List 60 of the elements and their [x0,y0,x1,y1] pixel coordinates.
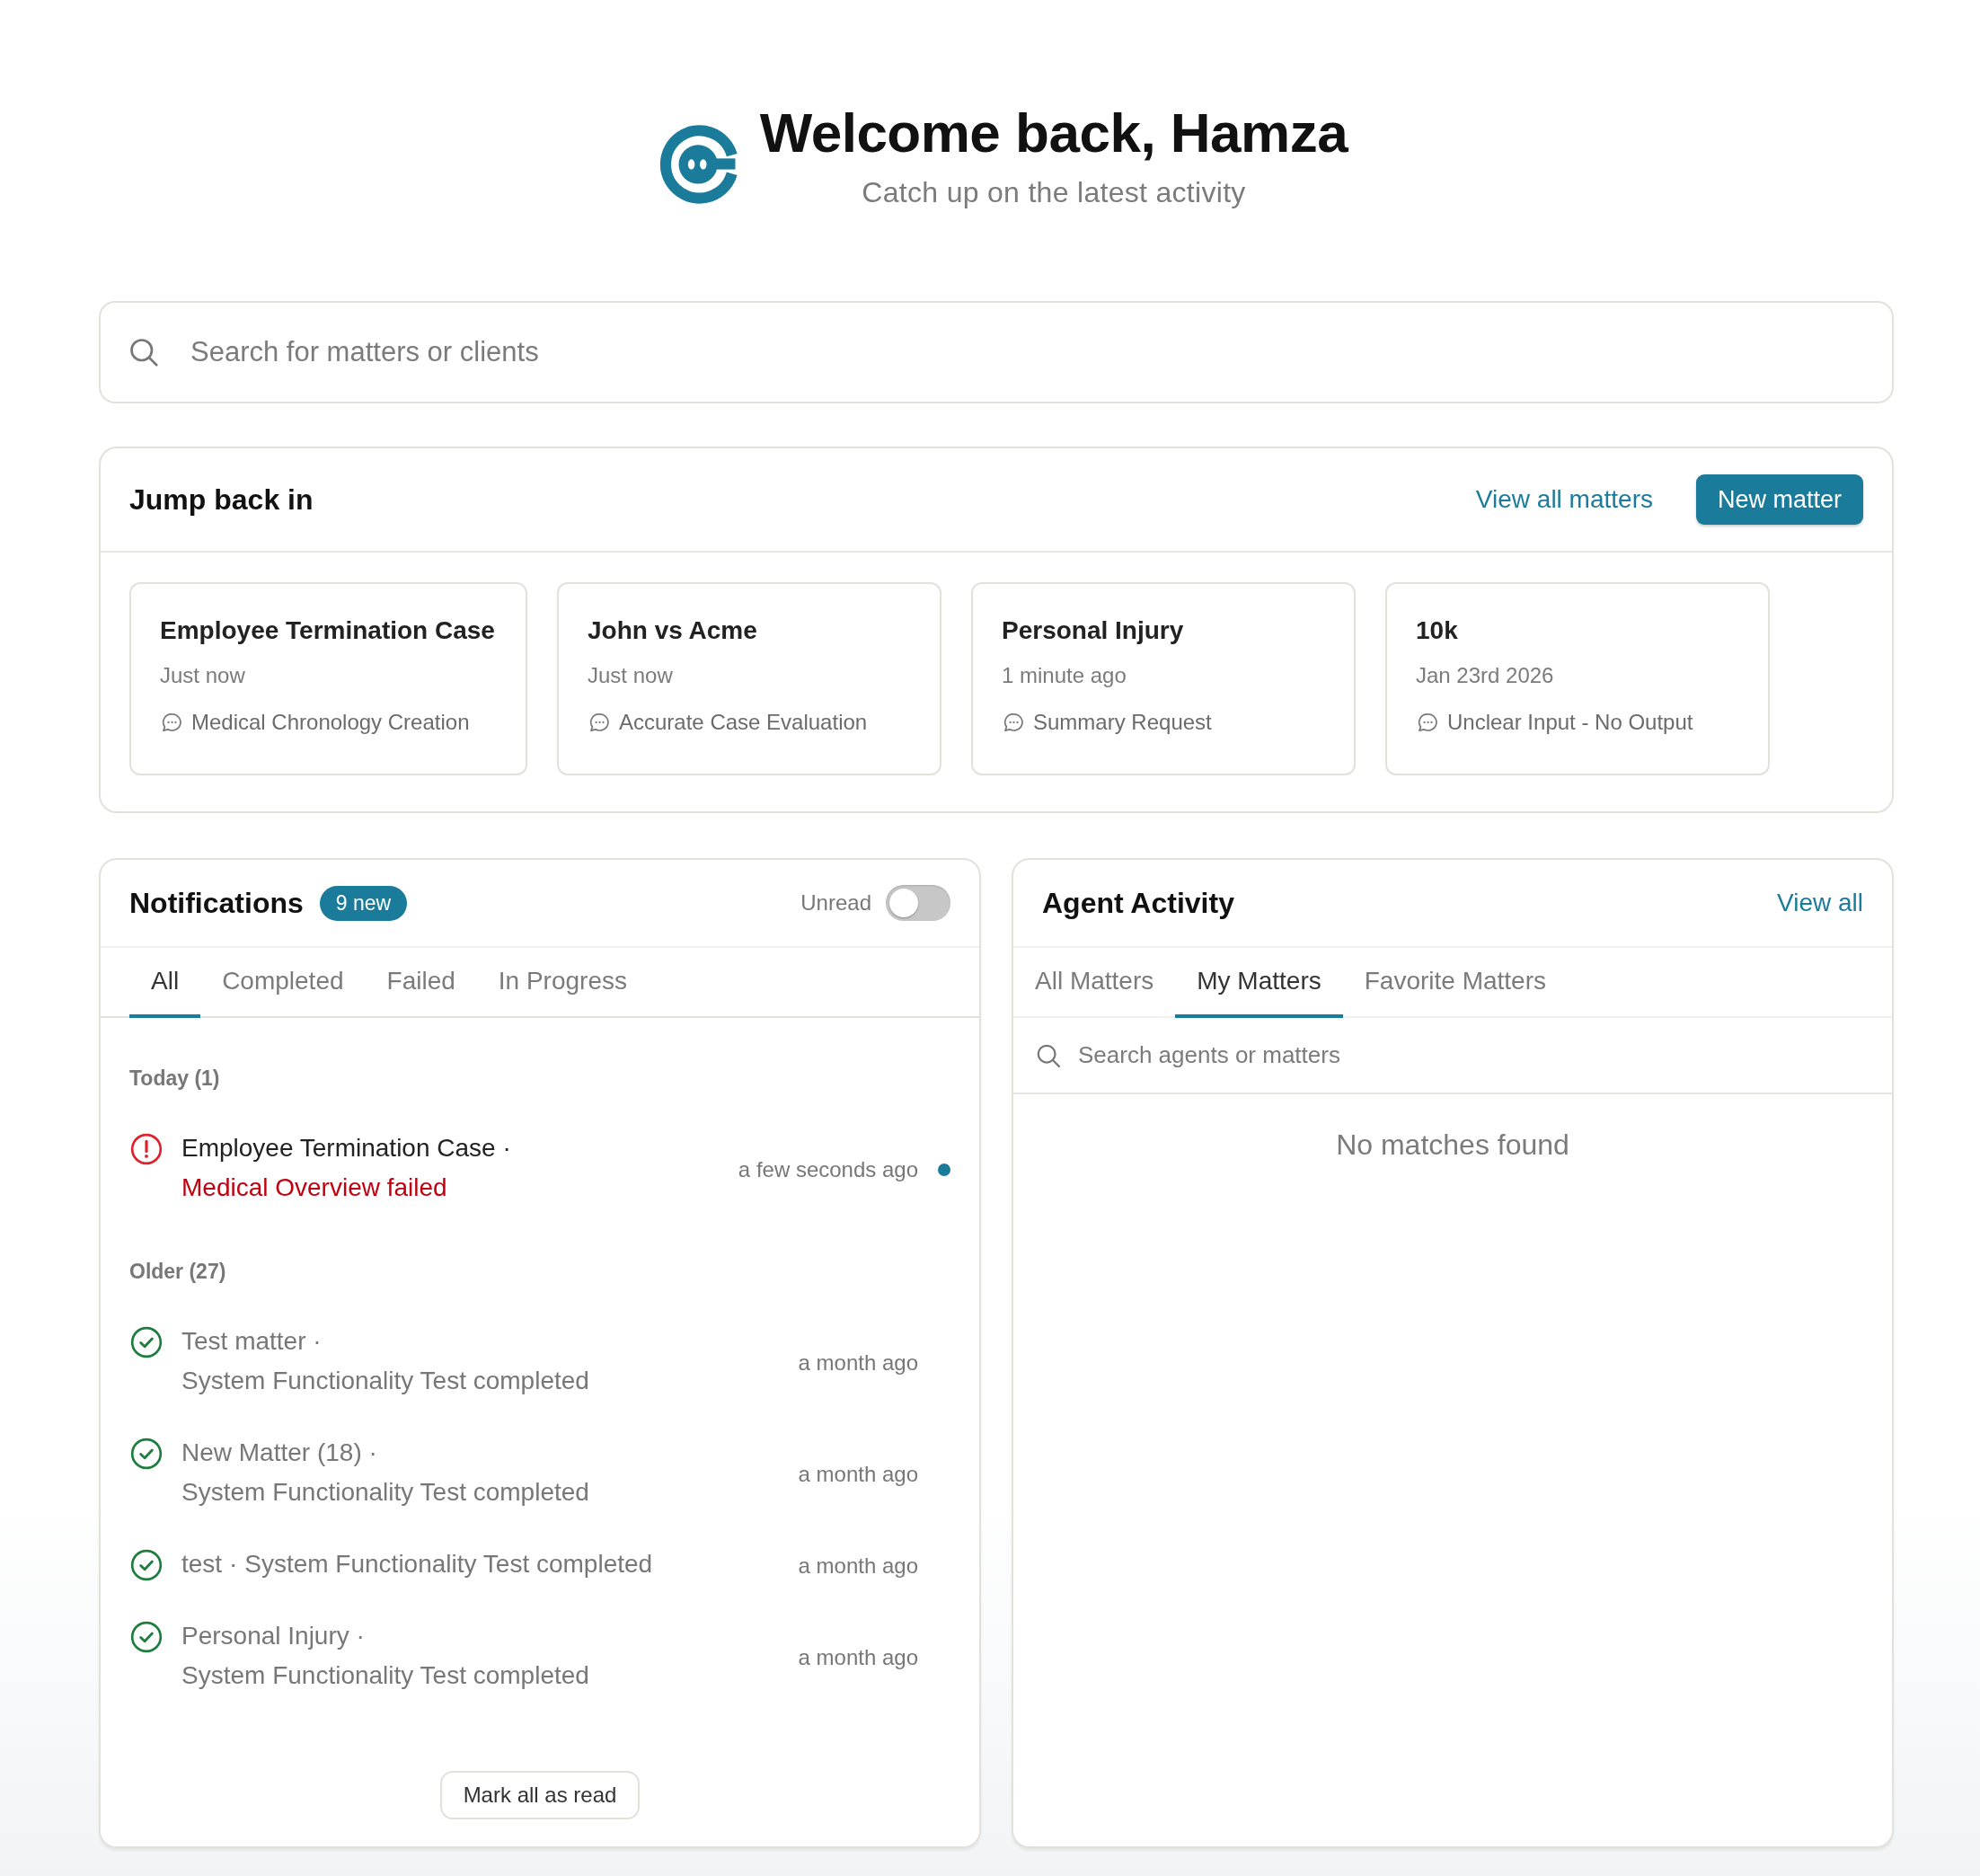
filter-tab[interactable]: Completed [200,948,366,1018]
agent-search-field[interactable]: Search agents or matters [1076,1040,1870,1070]
matter-card[interactable]: John vs Acme Just now Accurate Case Evaluation [557,582,941,775]
matter-time: Jan 23rd 2026 [1416,663,1555,688]
matter-title: Personal Injury [1002,616,1185,645]
filter-tab[interactable]: All [129,948,201,1018]
notification-title: test · [181,1550,238,1578]
notification-title: New Matter (18) · [181,1438,377,1466]
matter-activity: Unclear Input - No Output [1447,710,1693,735]
filter-tab[interactable]: Failed [365,948,477,1018]
new-matter-button[interactable]: New matter [1695,474,1863,525]
notification-time: a month ago [798,1645,918,1670]
matter-card[interactable]: Personal Injury 1 minute ago Summary Request [971,582,1356,775]
group-label: Today (1) [129,1066,221,1091]
notification-time: a few seconds ago [738,1157,918,1182]
matter-time: Just now [160,663,246,688]
matter-title: Employee Termination Case [160,616,496,645]
filter-tab[interactable]: In Progress [476,948,649,1018]
new-count-badge: 9 new [319,885,408,921]
view-all-link[interactable]: View all [1777,889,1863,917]
section-title: Agent Activity [1042,886,1234,920]
notification-detail: System Functionality Test completed [244,1549,653,1580]
matter-tab[interactable]: Favorite Matters [1342,948,1568,1018]
notification-detail: System Functionality Test completed [181,1366,589,1396]
matter-time: Just now [588,663,674,688]
matter-activity: Accurate Case Evaluation [619,710,868,735]
check-circle-icon [129,1437,164,1471]
check-circle-icon [129,1548,164,1582]
section-title: Jump back in [129,482,314,517]
welcome-title: Welcome back, Hamza [759,101,1348,165]
search-field[interactable]: Search for matters or clients [99,301,1894,403]
notification-time: a month ago [798,1462,918,1487]
notification-title: Employee Termination Case · [181,1134,511,1162]
welcome-subtitle: Catch up on the latest activity [861,176,1247,209]
notification-title: Test matter · [181,1327,322,1355]
empty-message: No matches found [1335,1128,1570,1162]
matter-time: 1 minute ago [1002,663,1127,688]
check-circle-icon [129,1325,164,1359]
unread-toggle[interactable] [886,885,950,921]
notification-time: a month ago [798,1553,918,1579]
section-title: Notifications [129,886,304,920]
matter-title: 10k [1416,616,1459,645]
matter-tab[interactable]: All Matters [1013,948,1176,1018]
toggle-label: Unread [800,890,871,916]
notification-detail: System Functionality Test completed [181,1477,589,1508]
matter-activity: Medical Chronology Creation [191,710,470,735]
check-circle-icon [129,1620,164,1654]
group-label: Older (27) [129,1260,227,1284]
notification-detail: System Functionality Test completed [181,1660,589,1691]
notification-title: Personal Injury · [181,1622,365,1650]
mark-all-read-button[interactable]: Mark all as read [439,1771,641,1819]
matter-tab[interactable]: My Matters [1175,948,1343,1018]
matter-card[interactable]: Employee Termination Case Just now Medical Chronology Creation [129,582,527,775]
matter-activity: Summary Request [1033,710,1212,735]
matter-card[interactable]: 10k Jan 23rd 2026 Unclear Input - No Output [1385,582,1770,775]
error-icon [129,1132,164,1166]
view-all-matters-link[interactable]: View all matters [1475,485,1653,514]
notification-detail: Medical Overview failed [181,1172,447,1203]
notification-time: a month ago [798,1350,918,1376]
matter-title: John vs Acme [588,616,758,645]
